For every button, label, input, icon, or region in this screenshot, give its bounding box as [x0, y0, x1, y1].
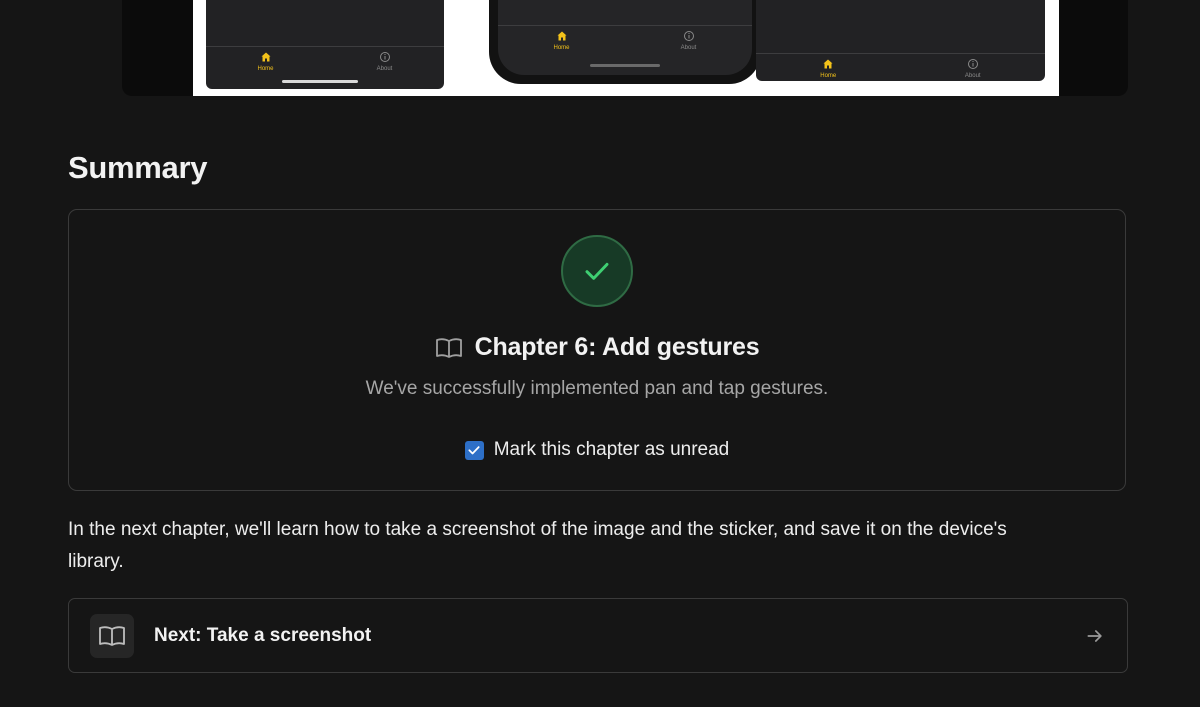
- phone-mockup-iphone: Home About: [489, 0, 761, 84]
- summary-heading: Summary: [68, 150, 208, 185]
- chapter-title-row: Chapter 6: Add gestures: [69, 333, 1125, 362]
- tab-home: Home: [498, 26, 625, 51]
- info-icon: [379, 52, 390, 62]
- tab-home: Home: [756, 54, 901, 79]
- home-indicator: [590, 64, 660, 67]
- chapter-title: Chapter 6: Add gestures: [474, 333, 760, 361]
- next-book-icon-box: [90, 613, 134, 658]
- chapter-description: We've successfully implemented pan and t…: [365, 378, 829, 399]
- tab-about-label: About: [376, 66, 393, 72]
- home-icon: [261, 52, 270, 62]
- tab-about: About: [325, 47, 444, 72]
- next-chapter-link[interactable]: Next: Take a screenshot: [68, 598, 1128, 673]
- book-icon: [99, 625, 125, 646]
- tab-bar: Home About: [498, 25, 752, 51]
- tab-bar: Home About: [206, 46, 444, 72]
- home-icon: [557, 31, 566, 41]
- success-badge: [561, 235, 633, 307]
- tab-about-label: About: [964, 73, 981, 79]
- home-icon: [823, 59, 833, 69]
- phone-mockup-web: Home About: [756, 0, 1045, 81]
- checkmark-icon: [468, 446, 480, 455]
- mark-unread-label[interactable]: Mark this chapter as unread: [494, 439, 730, 461]
- tab-bar: Home About: [756, 53, 1045, 79]
- checkmark-icon: [585, 262, 609, 280]
- tab-home-label: Home: [257, 66, 274, 72]
- phone-mockup-android: Home About: [206, 0, 444, 89]
- chapter-summary-card: Chapter 6: Add gestures We've successful…: [68, 209, 1126, 491]
- next-chapter-label[interactable]: Next: Take a screenshot: [154, 625, 1085, 647]
- tab-home-label: Home: [820, 73, 837, 79]
- home-indicator: [282, 80, 358, 83]
- hero-screenshot: Home About Home About Home About: [193, 0, 1059, 96]
- info-icon: [683, 31, 694, 41]
- tab-home: Home: [206, 47, 325, 72]
- mark-unread-checkbox[interactable]: [464, 440, 484, 460]
- tab-about-label: About: [680, 45, 697, 51]
- mark-unread-toggle[interactable]: Mark this chapter as unread: [69, 439, 1125, 461]
- tab-about: About: [901, 54, 1046, 79]
- info-icon: [967, 59, 978, 69]
- tab-about: About: [625, 26, 752, 51]
- tab-home-label: Home: [553, 45, 570, 51]
- book-icon: [435, 337, 462, 358]
- arrow-right-icon[interactable]: [1085, 626, 1105, 646]
- next-chapter-paragraph: In the next chapter, we'll learn how to …: [68, 519, 1007, 572]
